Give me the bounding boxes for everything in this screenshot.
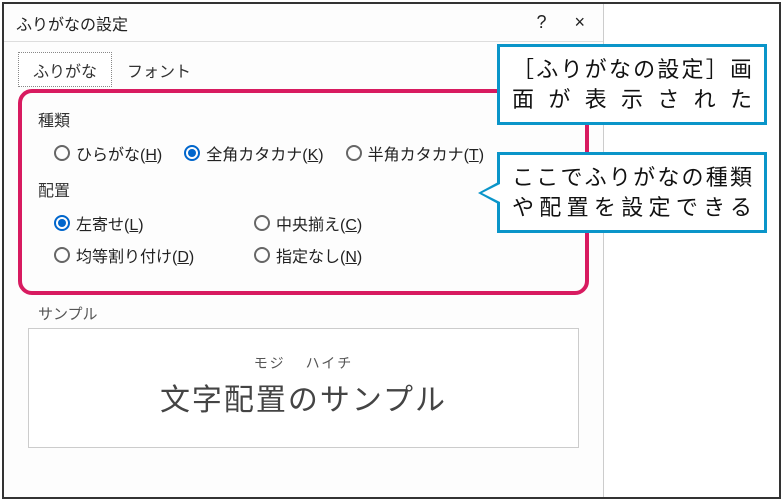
radio-icon xyxy=(254,215,270,231)
ruby-text-2: ハイチ xyxy=(306,353,354,373)
radio-label: 均等割り付け(D) xyxy=(76,243,194,267)
radio-label: ひらがな(H) xyxy=(76,141,162,165)
tab-font[interactable]: フォント xyxy=(112,52,206,87)
type-group-label: 種類 xyxy=(38,107,569,131)
tab-furigana[interactable]: ふりがな xyxy=(18,52,112,87)
sample-label: サンプル xyxy=(28,303,579,324)
radio-label: 中央揃え(C) xyxy=(276,211,362,235)
callout-pointer-icon xyxy=(478,181,500,205)
radio-icon xyxy=(346,145,362,161)
radio-icon xyxy=(54,247,70,263)
radio-distribute[interactable]: 均等割り付け(D) xyxy=(54,243,214,267)
radio-hiragana[interactable]: ひらがな(H) xyxy=(54,141,162,165)
radio-center[interactable]: 中央揃え(C) xyxy=(254,211,362,235)
radio-zenkaku-katakana[interactable]: 全角カタカナ(K) xyxy=(184,141,323,165)
callout-text: ［ふりがなの設定］画面が表示された xyxy=(512,55,752,114)
radio-icon xyxy=(54,145,70,161)
callout-text: ここでふりがなの種類や配置を設定できる xyxy=(512,163,752,222)
radio-label: 全角カタカナ(K) xyxy=(206,141,323,165)
radio-left[interactable]: 左寄せ(L) xyxy=(54,211,214,235)
radio-label: 半角カタカナ(T) xyxy=(368,141,484,165)
radio-icon xyxy=(54,215,70,231)
help-icon[interactable]: ? xyxy=(536,12,546,33)
titlebar: ふりがなの設定 ? × xyxy=(4,4,603,42)
radio-icon xyxy=(184,145,200,161)
ruby-text-1: モジ xyxy=(254,353,286,373)
radio-none[interactable]: 指定なし(N) xyxy=(254,243,362,267)
radio-icon xyxy=(254,247,270,263)
callout-2: ここでふりがなの種類や配置を設定できる xyxy=(497,152,767,233)
dialog-title: ふりがなの設定 xyxy=(16,11,128,35)
sample-preview: モジ ハイチ 文字配置のサンプル xyxy=(28,328,579,448)
callout-1: ［ふりがなの設定］画面が表示された xyxy=(497,44,767,125)
radio-label: 指定なし(N) xyxy=(276,243,362,267)
sample-group: サンプル モジ ハイチ 文字配置のサンプル xyxy=(28,303,579,448)
sample-main-text: 文字配置のサンプル xyxy=(29,375,578,419)
close-icon[interactable]: × xyxy=(574,12,585,33)
radio-hankaku-katakana[interactable]: 半角カタカナ(T) xyxy=(346,141,484,165)
radio-label: 左寄せ(L) xyxy=(76,211,144,235)
